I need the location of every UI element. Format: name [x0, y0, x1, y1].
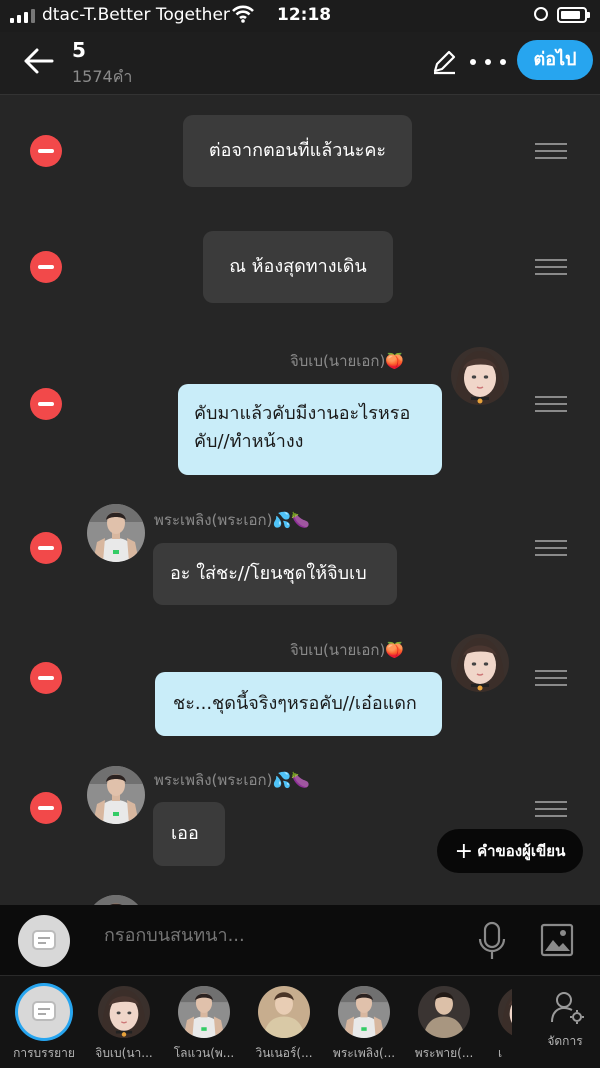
author-note-button[interactable]: + คำของผู้เขียน [437, 829, 583, 873]
drag-handle-icon[interactable] [535, 670, 567, 688]
character-name: วินเนอร์(... [255, 1046, 313, 1060]
microphone-icon[interactable] [476, 921, 508, 961]
delete-message-button[interactable] [30, 251, 62, 283]
character-name: โลแวน(พ... [173, 1046, 235, 1060]
battery-icon [557, 7, 590, 23]
sender-name: พระเพลิง(พระเอก)💦🍆 [154, 511, 310, 529]
character-name: การบรรยาย [13, 1046, 75, 1060]
character-avatar [451, 347, 509, 405]
manage-characters-button[interactable]: จัดการ [538, 990, 594, 1056]
carrier-label: dtac-T.Better Together [42, 5, 230, 25]
character-item[interactable]: วินเนอร์(... [248, 986, 320, 1062]
drag-handle-icon[interactable] [535, 259, 567, 277]
person-settings-icon [551, 992, 584, 1024]
image-icon[interactable] [540, 923, 574, 957]
episode-title: 5 [72, 38, 86, 62]
dialogue-bubble[interactable]: ชะ...ชุดนี้จริงๆหรอคับ//เอ๋อแดก [155, 672, 442, 736]
drag-handle-icon[interactable] [535, 801, 567, 819]
delete-message-button[interactable] [30, 532, 62, 564]
character-name: พระเพลิง(... [332, 1046, 396, 1060]
bubble-line: คับมาแล้วคับมีงานอะไรหรอ [194, 403, 411, 424]
wifi-icon [232, 5, 254, 23]
character-avatar [87, 766, 145, 824]
pencil-icon[interactable] [430, 48, 458, 76]
dialogue-bubble[interactable]: เออ [153, 802, 225, 866]
drag-handle-icon[interactable] [535, 540, 567, 558]
character-avatar [87, 504, 145, 562]
character-avatar [178, 986, 230, 1038]
dialogue-bubble[interactable]: คับมาแล้วคับมีงานอะไรหรอ คับ//ทำหน้างง [178, 384, 442, 475]
composer-bar [0, 905, 600, 975]
sender-name: จิบเบ(นายเอก)🍑 [290, 641, 405, 659]
character-item[interactable]: พระพาย(... [408, 986, 480, 1062]
narration-bubble[interactable]: ณ ห้องสุดทางเดิน [203, 231, 393, 303]
chat-bubble-icon [32, 1001, 56, 1021]
character-avatar [87, 895, 145, 905]
plus-icon: + [454, 839, 474, 864]
character-item[interactable]: โลแวน(พ... [168, 986, 240, 1062]
character-item[interactable]: เ [488, 986, 512, 1062]
next-button[interactable]: ต่อไป [517, 40, 593, 80]
signal-icon [10, 9, 35, 23]
drag-handle-icon[interactable] [535, 143, 567, 161]
character-narration[interactable]: การบรรยาย [8, 986, 80, 1062]
character-bar: การบรรยาย จิบเบ(นา... โลแวน(พ... วินเนอร… [0, 975, 600, 1068]
chat-bubble-icon [32, 930, 56, 950]
character-avatar [418, 986, 470, 1038]
character-name: เ [497, 1046, 503, 1060]
manage-label: จัดการ [547, 1034, 583, 1048]
character-avatar [258, 986, 310, 1038]
character-avatar [338, 986, 390, 1038]
character-name: จิบเบ(นา... [95, 1046, 153, 1060]
delete-message-button[interactable] [30, 792, 62, 824]
sender-name: พระเพลิง(พระเอก)💦🍆 [154, 771, 310, 789]
character-name: พระพาย(... [414, 1046, 474, 1060]
drag-handle-icon[interactable] [535, 396, 567, 414]
word-count: 1574คำ [72, 67, 133, 86]
author-note-label: คำของผู้เขียน [477, 842, 566, 860]
character-avatar [498, 986, 512, 1038]
narration-toggle-button[interactable] [18, 915, 70, 967]
more-options-icon[interactable] [470, 52, 506, 72]
dialogue-bubble[interactable]: อะ ใส่ชะ//โยนชุดให้จิบเบ [153, 543, 397, 605]
character-item[interactable]: พระเพลิง(... [328, 986, 400, 1062]
character-avatar [451, 634, 509, 692]
editor-header: 5 1574คำ ต่อไป [0, 32, 600, 95]
bubble-line: คับ//ทำหน้างง [194, 431, 304, 452]
narration-avatar [18, 986, 70, 1038]
character-item[interactable]: จิบเบ(นา... [88, 986, 160, 1062]
character-avatar [98, 986, 150, 1038]
message-input[interactable] [104, 925, 444, 946]
rotation-lock-icon [534, 7, 548, 21]
conversation-list[interactable]: ต่อจากตอนที่แล้วนะคะ ณ ห้องสุดทางเดิน จิ… [0, 95, 600, 905]
status-bar: dtac-T.Better Together 12:18 [0, 0, 600, 32]
delete-message-button[interactable] [30, 662, 62, 694]
sender-name: จิบเบ(นายเอก)🍑 [290, 352, 405, 370]
delete-message-button[interactable] [30, 388, 62, 420]
back-arrow-icon[interactable] [22, 46, 56, 76]
narration-bubble[interactable]: ต่อจากตอนที่แล้วนะคะ [183, 115, 412, 187]
delete-message-button[interactable] [30, 135, 62, 167]
clock: 12:18 [277, 5, 332, 25]
